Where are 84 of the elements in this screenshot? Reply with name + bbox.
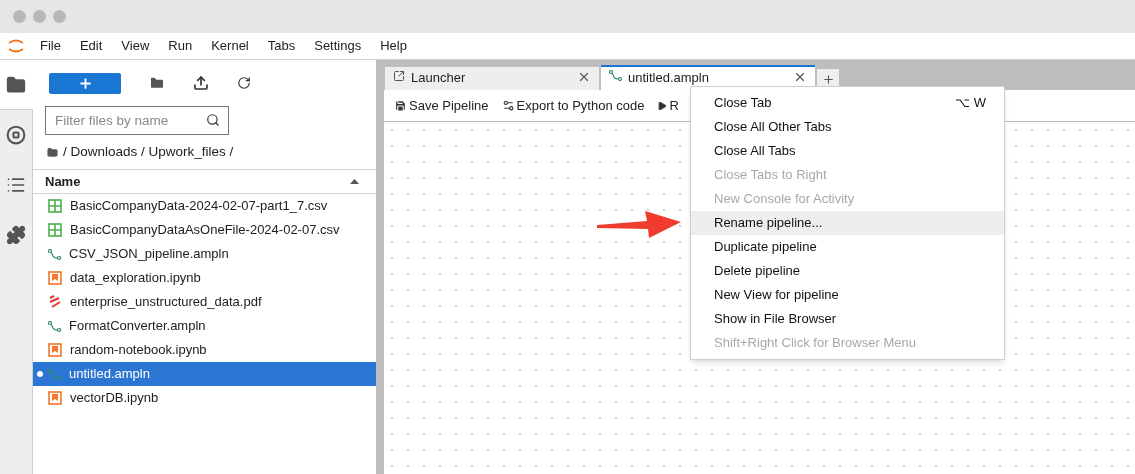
launcher-icon <box>393 70 405 82</box>
breadcrumb[interactable]: / Downloads / Upwork_files / <box>63 141 234 163</box>
pipeline-icon <box>48 320 61 332</box>
refresh-icon[interactable] <box>237 76 251 90</box>
menu-label: Rename pipeline... <box>714 214 823 233</box>
menu-label: New View for pipeline <box>714 286 839 305</box>
play-icon <box>657 100 668 111</box>
toolbar-button[interactable]: R <box>657 95 679 116</box>
menu-item[interactable]: Delete pipeline <box>691 259 1004 283</box>
menu-item[interactable]: View <box>121 36 150 56</box>
menu-item[interactable]: Close All Other Tabs <box>691 115 1004 139</box>
sort-arrow-icon <box>350 179 359 184</box>
file-name: BasicCompanyData-2024-02-07-part1_7.csv <box>70 197 328 216</box>
menu-label: Close Tab <box>714 94 772 113</box>
menu-label: Delete pipeline <box>714 262 800 281</box>
filter-field[interactable]: Filter files by name <box>45 106 229 135</box>
file-name: vectorDB.ipynb <box>70 389 159 408</box>
list-icon[interactable] <box>6 175 26 195</box>
new-folder-icon[interactable] <box>149 75 165 91</box>
tab[interactable]: untitled.ampln <box>601 65 815 90</box>
plus-icon <box>821 73 835 86</box>
tab-label: untitled.ampln <box>628 70 710 85</box>
notebook-icon <box>48 343 62 357</box>
menu-label: Close All Other Tabs <box>714 118 832 137</box>
file-row[interactable]: BasicCompanyData-2024-02-07-part1_7.csv <box>33 194 376 218</box>
menu-item[interactable]: Tabs <box>267 36 296 56</box>
file-name: CSV_JSON_pipeline.ampln <box>69 245 229 264</box>
pipeline-icon <box>48 248 61 260</box>
menu-item[interactable]: Help <box>380 36 407 56</box>
file-row[interactable]: random-notebook.ipynb <box>33 338 376 362</box>
save-icon <box>394 99 407 112</box>
tab-label: Launcher <box>411 70 467 85</box>
notebook-icon <box>48 271 62 285</box>
menu-item[interactable]: Rename pipeline... <box>691 211 1004 235</box>
menu-item[interactable]: Kernel <box>211 36 249 56</box>
upload-icon[interactable] <box>193 75 209 91</box>
pipeline-icon <box>48 368 61 380</box>
pipeline-icon <box>609 70 622 81</box>
menu-item[interactable]: Close All Tabs <box>691 139 1004 163</box>
file-row[interactable]: FormatConverter.ampln <box>33 314 376 338</box>
stop-icon[interactable] <box>6 125 26 145</box>
notebook-icon <box>48 391 62 405</box>
menu-label: New Console for Activity <box>714 190 855 209</box>
menu-item[interactable]: Duplicate pipeline <box>691 235 1004 259</box>
plus-icon <box>77 75 93 91</box>
shortcut-label: ⌥ W <box>955 94 986 113</box>
file-row[interactable]: data_exploration.ipynb <box>33 266 376 290</box>
file-row[interactable]: vectorDB.ipynb <box>33 386 376 410</box>
file-name: BasicCompanyDataAsOneFile-2024-02-07.csv <box>70 221 340 240</box>
file-row[interactable]: BasicCompanyDataAsOneFile-2024-02-07.csv <box>33 218 376 242</box>
folder-icon <box>47 146 58 158</box>
file-name: random-notebook.ipynb <box>70 341 207 360</box>
close-icon[interactable] <box>577 70 591 84</box>
menu-item[interactable]: Show in File Browser <box>691 307 1004 331</box>
file-name: FormatConverter.ampln <box>69 317 206 336</box>
folder-icon[interactable] <box>6 74 26 95</box>
file-name: untitled.ampln <box>69 365 150 384</box>
menu-item[interactable]: File <box>40 36 61 56</box>
new-launcher-button[interactable] <box>49 72 121 94</box>
menu-item[interactable]: Settings <box>314 36 362 56</box>
menu-item[interactable]: Run <box>168 36 193 56</box>
menu-label: Show in File Browser <box>714 310 837 329</box>
menu-label: Shift+Right Click for Browser Menu <box>714 334 916 353</box>
puzzle-icon[interactable] <box>6 225 26 245</box>
file-row[interactable]: enterprise_unstructured_data.pdf <box>33 290 376 314</box>
search-icon <box>206 113 220 127</box>
grid-icon <box>48 199 62 213</box>
toolbar-button[interactable]: Export to Python code <box>501 95 645 116</box>
menu-item[interactable]: Edit <box>79 36 103 56</box>
menu-label: Close Tabs to Right <box>714 166 827 185</box>
file-name: data_exploration.ipynb <box>70 269 201 288</box>
grid-icon <box>48 223 62 237</box>
menu-label: Close All Tabs <box>714 142 796 161</box>
toolbar-button[interactable]: Save Pipeline <box>394 95 489 116</box>
file-row[interactable]: CSV_JSON_pipeline.ampln <box>33 242 376 266</box>
file-row[interactable]: untitled.ampln <box>33 362 376 386</box>
file-name: enterprise_unstructured_data.pdf <box>70 293 262 312</box>
tab[interactable]: Launcher <box>385 67 599 90</box>
close-icon[interactable] <box>793 70 807 84</box>
menu-item[interactable]: Close Tab ⌥ W <box>691 91 1004 115</box>
menu-item[interactable]: New View for pipeline <box>691 283 1004 307</box>
column-header[interactable]: Name <box>33 169 376 194</box>
menu-label: Duplicate pipeline <box>714 238 817 257</box>
logo-icon <box>8 37 24 55</box>
